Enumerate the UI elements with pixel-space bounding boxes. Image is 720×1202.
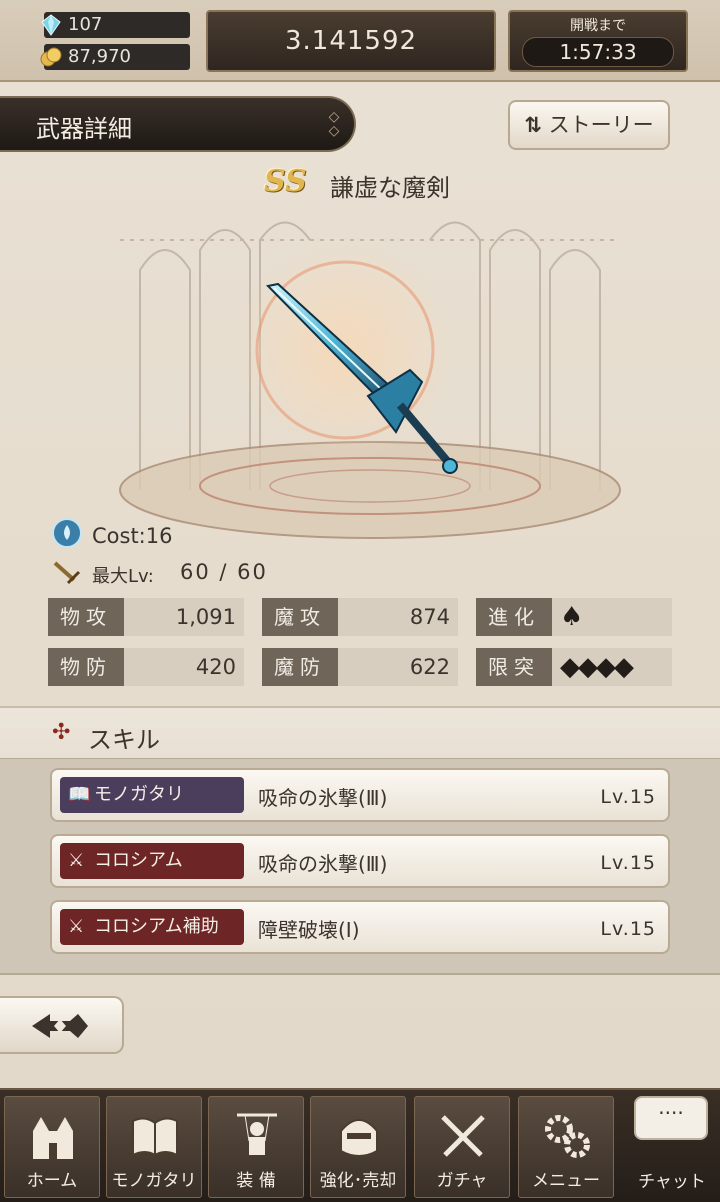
gears-icon [545, 1115, 590, 1158]
ornament-icon: ◇ ◇ [328, 109, 340, 139]
skill-section-header: ✣ スキル [0, 706, 720, 760]
open-book-icon [132, 1117, 178, 1157]
stat-value: 1,091 [175, 605, 236, 629]
stat-magic-defense: 魔防 622 [262, 648, 458, 686]
stat-label: 限突 [476, 648, 552, 686]
water-element-icon [52, 518, 82, 548]
gem-counter: 107 [41, 12, 190, 38]
battle-countdown-label: 開戦まで [570, 18, 626, 34]
battle-countdown-time: 1:57:33 [522, 37, 674, 67]
nav-home[interactable]: ホーム [4, 1096, 100, 1198]
skill-level: Lv.15 [600, 786, 656, 808]
stat-limit-break: 限突 ◆◆◆◆ [476, 648, 672, 686]
story-button[interactable]: ⇅ ストーリー [508, 100, 670, 150]
skill-name: 障壁破壊(Ⅰ) [258, 918, 360, 942]
stat-value: 874 [409, 605, 450, 629]
stat-physical-attack: 物攻 1,091 [48, 598, 244, 636]
skill-item[interactable]: ⚔ コロシアム 吸命の氷撃(Ⅲ) Lv.15 [50, 834, 670, 888]
stat-magic-attack: 魔攻 874 [262, 598, 458, 636]
bottom-navigation: ホーム モノガタリ 装 備 強化･売却 ガチャ メニュー ···· チャット [0, 1088, 720, 1202]
skill-tag: ⚔ コロシアム補助 [60, 909, 244, 945]
back-arrow-icon [32, 1014, 88, 1038]
max-level-value: 60 / 60 [180, 560, 268, 584]
points-display: 3.141592 [206, 10, 496, 72]
stat-value: 622 [409, 655, 450, 679]
nav-chat[interactable]: ···· チャット [630, 1096, 714, 1198]
stat-physical-defense: 物防 420 [48, 648, 244, 686]
chat-bubble-icon: ···· [634, 1096, 708, 1140]
crossed-swords-icon [441, 1115, 485, 1157]
skill-level: Lv.15 [600, 852, 656, 874]
skill-name: 吸命の氷撃(Ⅲ) [258, 786, 388, 810]
gold-coins-icon [40, 47, 62, 67]
page-title: 武器詳細 [36, 115, 132, 143]
skill-item[interactable]: 📖 モノガタリ 吸命の氷撃(Ⅲ) Lv.15 [50, 768, 670, 822]
puppet-icon [237, 1113, 277, 1155]
weapon-showcase [119, 221, 621, 539]
story-button-label: ストーリー [548, 113, 654, 137]
castle-icon [33, 1117, 73, 1159]
skill-section-title: スキル [88, 726, 160, 754]
stat-label: 進化 [476, 598, 552, 636]
skill-item[interactable]: ⚔ コロシアム補助 障壁破壊(Ⅰ) Lv.15 [50, 900, 670, 954]
page-title-bar: 武器詳細 ◇ ◇ [0, 96, 356, 152]
cost-value: Cost:16 [92, 524, 173, 548]
crossed-swords-icon: ⚔ [68, 850, 85, 871]
nav-story[interactable]: モノガタリ [106, 1096, 202, 1198]
skill-tag: ⚔ コロシアム [60, 843, 244, 879]
stat-value: 420 [195, 655, 236, 679]
cross-ornament-icon: ✣ [52, 720, 71, 745]
swords-plus-icon: ⚔ [68, 916, 85, 937]
back-button[interactable] [0, 996, 124, 1054]
stat-evolution: 進化 ♠ [476, 598, 672, 636]
sword-level-icon [53, 561, 81, 585]
nav-equip[interactable]: 装 備 [208, 1096, 304, 1198]
skill-level: Lv.15 [600, 918, 656, 940]
weapon-name: 謙虚な魔剣 [330, 174, 450, 202]
book-icon: 📖 [68, 784, 91, 805]
gold-count: 87,970 [68, 46, 131, 67]
stat-label: 魔防 [262, 648, 338, 686]
armor-helmet-icon [340, 1119, 378, 1157]
nav-enhance-sell[interactable]: 強化･売却 [310, 1096, 406, 1198]
gem-count: 107 [68, 14, 103, 35]
nav-menu[interactable]: メニュー [518, 1096, 614, 1198]
gold-counter: 87,970 [40, 44, 190, 70]
skill-name: 吸命の氷撃(Ⅲ) [258, 852, 388, 876]
stat-label: 物攻 [48, 598, 124, 636]
diamond-icons: ◆◆◆◆ [560, 652, 634, 682]
top-status-bar: 107 87,970 3.141592 開戦まで 1:57:33 [0, 0, 720, 82]
stat-label: 魔攻 [262, 598, 338, 636]
spade-icon: ♠ [560, 602, 583, 632]
gem-icon [41, 14, 61, 36]
nav-gacha[interactable]: ガチャ [414, 1096, 510, 1198]
max-level-label: 最大Lv: [92, 566, 154, 587]
rarity-badge: SS [264, 164, 307, 199]
battle-countdown: 開戦まで 1:57:33 [508, 10, 688, 72]
skill-tag: 📖 モノガタリ [60, 777, 244, 813]
swap-icon: ⇅ [524, 113, 542, 137]
stat-label: 物防 [48, 648, 124, 686]
